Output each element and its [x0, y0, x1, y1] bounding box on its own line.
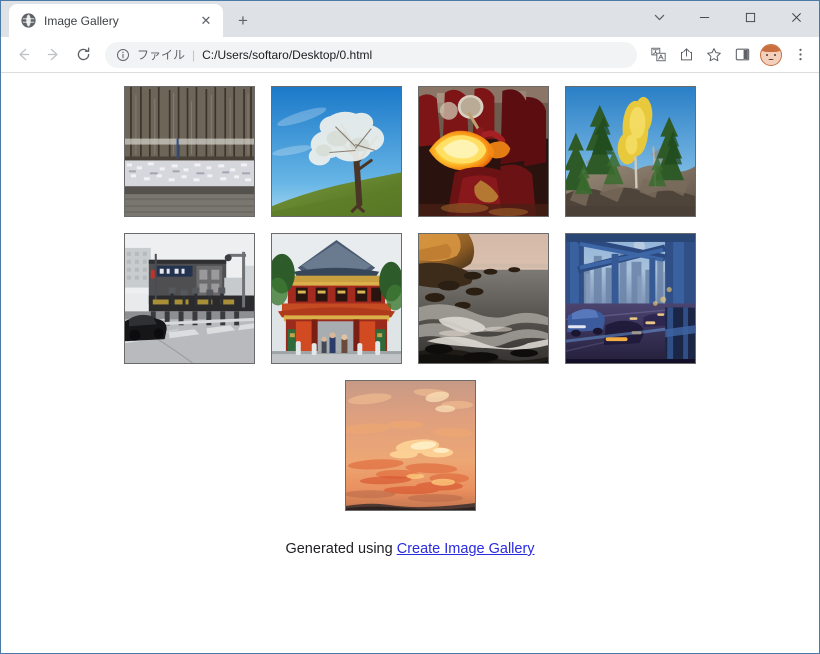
gallery-thumbnail-rock-pines[interactable] [565, 86, 696, 217]
forward-button[interactable] [39, 41, 67, 69]
gallery-thumbnail-coast-dusk[interactable] [418, 233, 549, 364]
browser-toolbar: ファイル | C:/Users/softaro/Desktop/0.html [1, 37, 819, 73]
gallery-thumbnail-fire-breather[interactable] [418, 86, 549, 217]
avatar-mouth [768, 58, 774, 60]
gallery-thumbnail-shrine-gate[interactable] [271, 233, 402, 364]
address-url-text[interactable]: C:/Users/softaro/Desktop/0.html [202, 48, 627, 62]
create-image-gallery-link[interactable]: Create Image Gallery [397, 541, 535, 557]
share-icon[interactable] [673, 42, 699, 68]
address-scheme-label: ファイル [137, 48, 186, 62]
footer-prefix-text: Generated using [285, 541, 397, 557]
gallery-thumbnail-bridge-traffic[interactable] [565, 233, 696, 364]
avatar-eye-right [774, 53, 776, 56]
tab-title: Image Gallery [44, 13, 119, 28]
tab-image-gallery[interactable]: Image Gallery ✕ [9, 4, 223, 37]
gallery-thumbnail-sunset-sky[interactable] [344, 380, 476, 511]
window-controls [681, 1, 819, 33]
avatar-eye-left [766, 53, 768, 56]
reload-button[interactable] [69, 41, 97, 69]
gallery-row [1, 86, 819, 217]
browser-window: Image Gallery ✕ + ファイル | C:/Users/softar… [0, 0, 820, 654]
address-bar[interactable]: ファイル | C:/Users/softaro/Desktop/0.html [105, 41, 637, 68]
gallery-thumbnail-street-crossing[interactable] [124, 233, 255, 364]
tab-search-icon[interactable] [639, 1, 679, 33]
info-circle-icon[interactable] [115, 47, 130, 62]
address-separator: | [192, 47, 196, 62]
avatar-hair [761, 44, 781, 52]
gallery-thumbnail-blossom-tree[interactable] [271, 86, 402, 217]
image-gallery: Generated using Create Image Gallery [1, 73, 819, 557]
gallery-row [1, 380, 819, 511]
page-footer: Generated using Create Image Gallery [1, 541, 819, 557]
tab-strip: Image Gallery ✕ + [1, 1, 819, 37]
star-icon[interactable] [701, 42, 727, 68]
tab-close-icon[interactable]: ✕ [197, 12, 215, 30]
back-button[interactable] [9, 41, 37, 69]
page-viewport: Generated using Create Image Gallery [1, 73, 819, 653]
close-window-button[interactable] [773, 1, 819, 33]
gallery-thumbnail-winter-geese[interactable] [124, 86, 255, 217]
new-tab-button[interactable]: + [229, 6, 257, 34]
maximize-button[interactable] [727, 1, 773, 33]
translate-icon[interactable] [645, 42, 671, 68]
side-panel-icon[interactable] [729, 42, 755, 68]
globe-icon [20, 13, 36, 29]
gallery-row [1, 233, 819, 364]
profile-avatar[interactable] [760, 43, 782, 66]
minimize-button[interactable] [681, 1, 727, 33]
browser-menu-icon[interactable] [787, 42, 813, 68]
